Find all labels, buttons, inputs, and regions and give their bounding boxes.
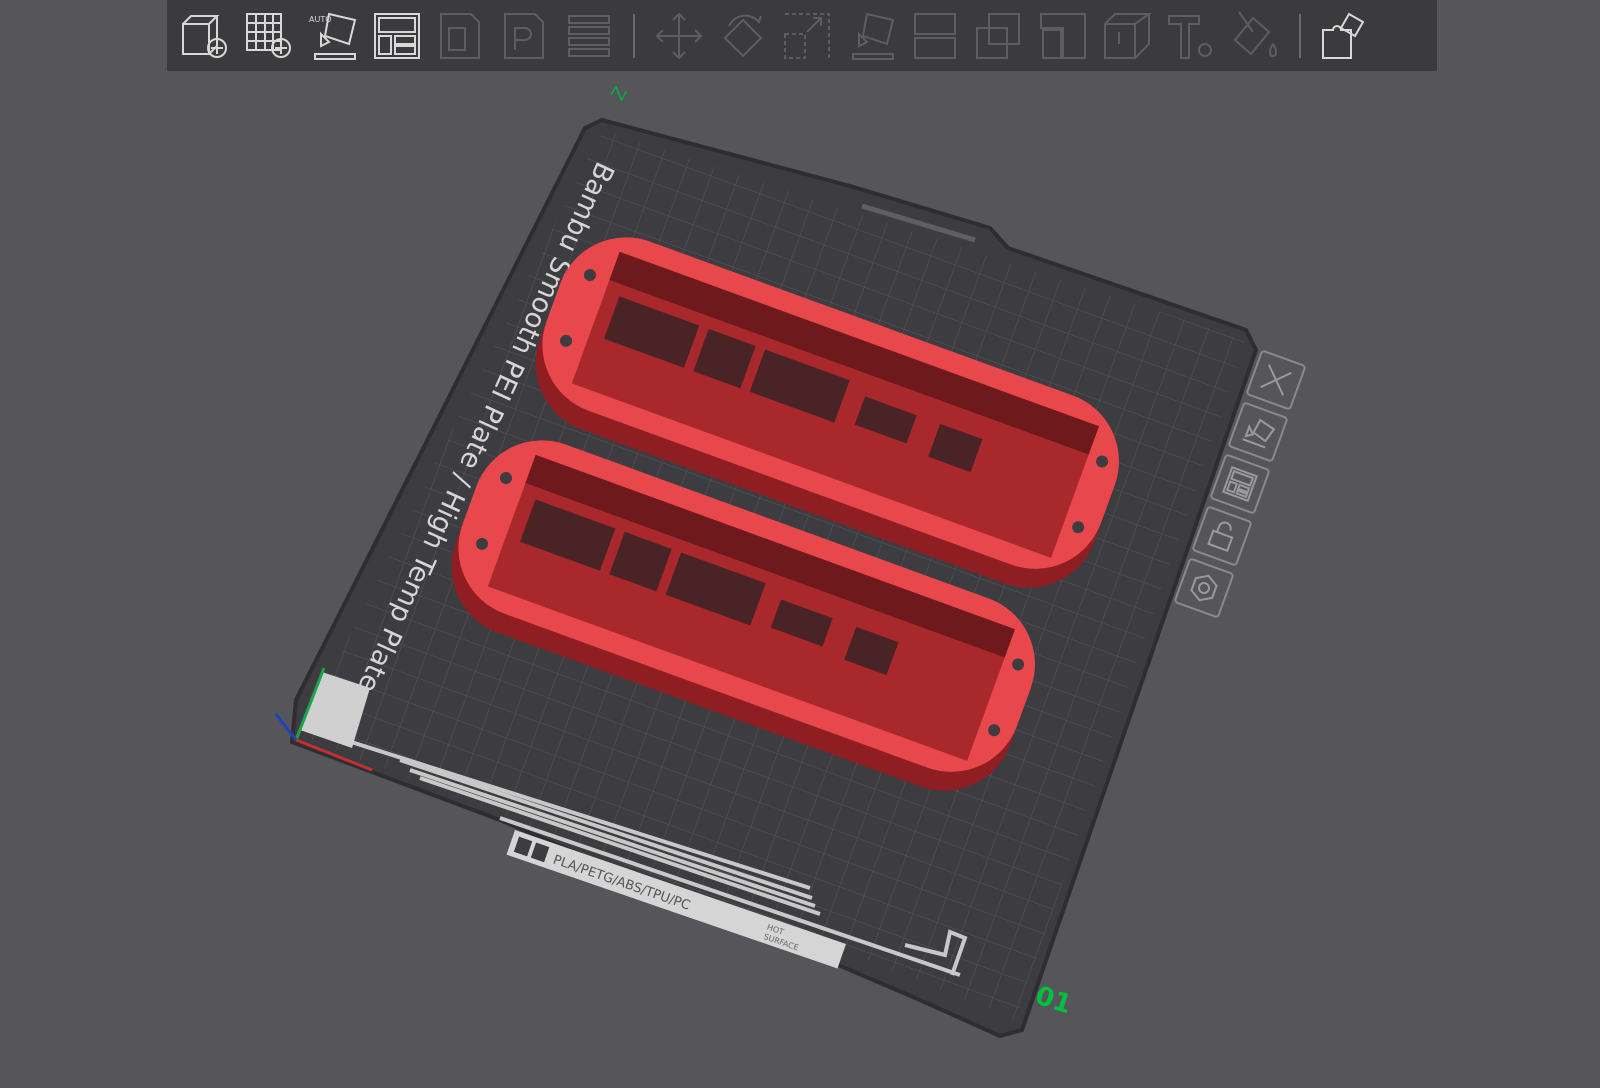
z-axis-label: Z [607, 83, 631, 104]
arrange-icon [1219, 463, 1260, 504]
close-icon [1255, 359, 1296, 400]
auto-orient-icon [1237, 411, 1278, 452]
gear-icon [1183, 567, 1224, 608]
3d-viewport[interactable]: PLA/PETG/ABS/TPU/PC HOT SURFACE Bambu Sm… [0, 0, 1600, 1088]
plate-number[interactable]: 01 [1032, 981, 1076, 1021]
unlock-icon [1201, 515, 1242, 556]
